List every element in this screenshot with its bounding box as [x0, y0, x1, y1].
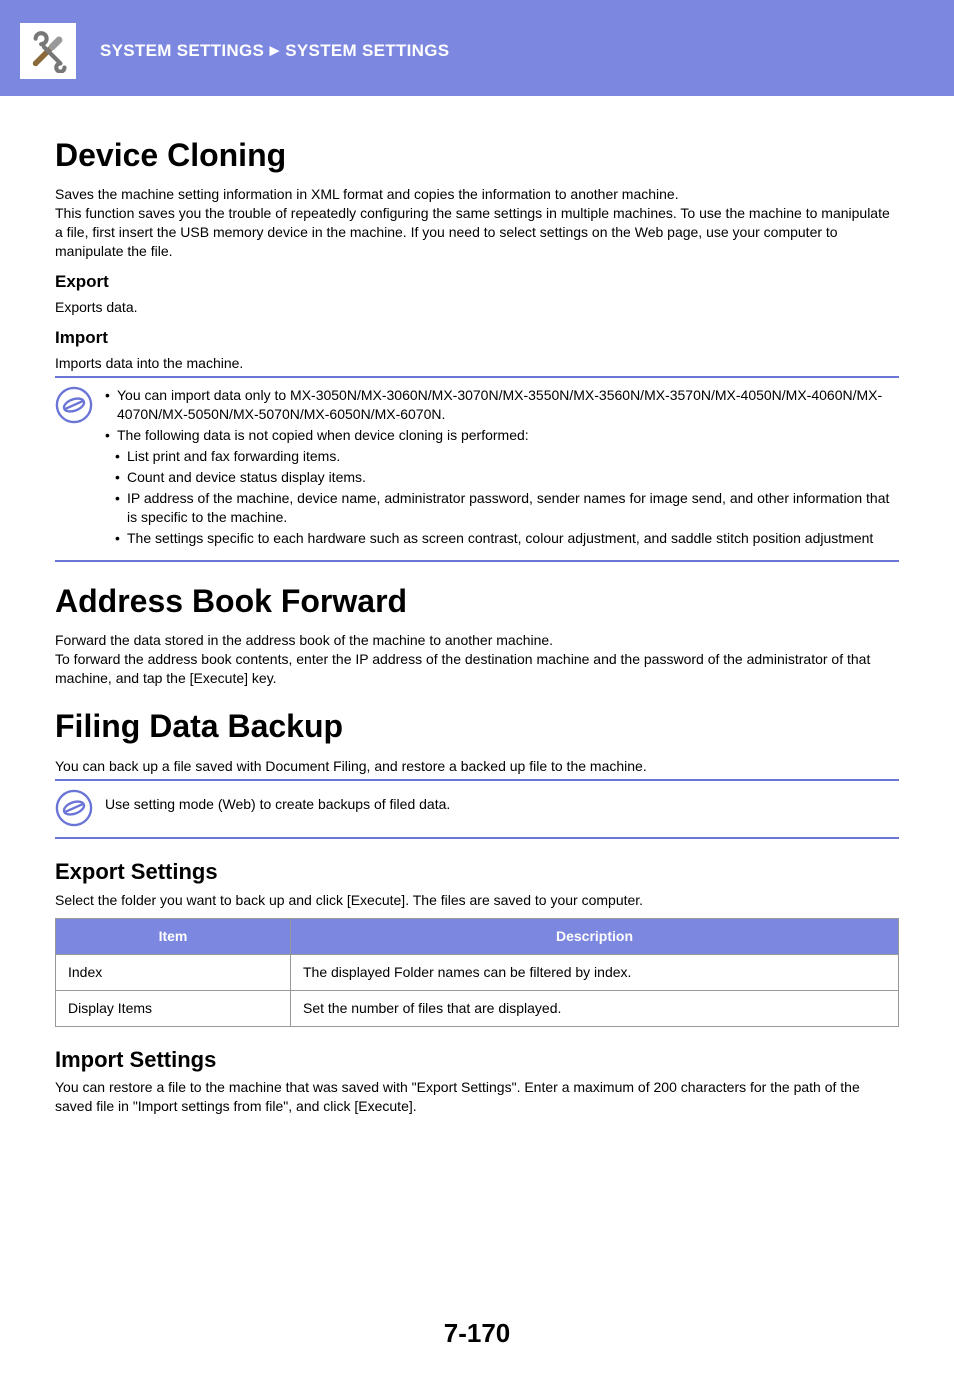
breadcrumb-part-a[interactable]: SYSTEM SETTINGS — [100, 41, 264, 60]
heading-export: Export — [55, 271, 899, 294]
table-cell-item: Display Items — [56, 990, 291, 1026]
settings-tools-icon — [18, 21, 78, 81]
address-book-body: Forward the data stored in the address b… — [55, 631, 899, 688]
divider — [55, 837, 899, 839]
filing-backup-intro: You can back up a file saved with Docume… — [55, 757, 899, 776]
heading-import-settings: Import Settings — [55, 1045, 899, 1075]
header-bar: SYSTEM SETTINGS►SYSTEM SETTINGS — [0, 0, 954, 96]
breadcrumb-part-b[interactable]: SYSTEM SETTINGS — [285, 41, 449, 60]
divider — [55, 376, 899, 378]
breadcrumb: SYSTEM SETTINGS►SYSTEM SETTINGS — [100, 40, 449, 63]
divider — [55, 560, 899, 562]
device-cloning-intro: Saves the machine setting information in… — [55, 185, 899, 261]
note-subline: IP address of the machine, device name, … — [105, 489, 899, 527]
table-head-item: Item — [56, 919, 291, 955]
export-settings-desc: Select the folder you want to back up an… — [55, 891, 899, 910]
table-cell-item: Index — [56, 954, 291, 990]
note-icon — [55, 386, 93, 424]
page-content: Device Cloning Saves the machine setting… — [0, 96, 954, 1381]
heading-address-book-forward: Address Book Forward — [55, 580, 899, 623]
note-icon — [55, 789, 93, 827]
divider — [55, 779, 899, 781]
heading-filing-data-backup: Filing Data Backup — [55, 705, 899, 748]
table-row: Index The displayed Folder names can be … — [56, 954, 899, 990]
info-block-cloning: You can import data only to MX-3050N/MX-… — [55, 384, 899, 549]
table-cell-desc: The displayed Folder names can be filter… — [291, 954, 899, 990]
note-line: The following data is not copied when de… — [105, 426, 899, 445]
breadcrumb-separator-icon: ► — [266, 40, 283, 63]
export-settings-table: Item Description Index The displayed Fol… — [55, 918, 899, 1027]
note-subline: List print and fax forwarding items. — [105, 447, 899, 466]
table-row: Display Items Set the number of files th… — [56, 990, 899, 1026]
export-desc: Exports data. — [55, 298, 899, 317]
table-head-description: Description — [291, 919, 899, 955]
import-settings-desc: You can restore a file to the machine th… — [55, 1078, 899, 1116]
backup-note: Use setting mode (Web) to create backups… — [105, 796, 450, 812]
heading-device-cloning: Device Cloning — [55, 134, 899, 177]
note-line: You can import data only to MX-3050N/MX-… — [105, 386, 899, 424]
info-block-backup: Use setting mode (Web) to create backups… — [55, 787, 899, 827]
table-cell-desc: Set the number of files that are display… — [291, 990, 899, 1026]
note-subline: The settings specific to each hardware s… — [105, 529, 899, 548]
note-subline: Count and device status display items. — [105, 468, 899, 487]
page-number: 7-170 — [55, 1316, 899, 1351]
import-desc: Imports data into the machine. — [55, 354, 899, 373]
heading-export-settings: Export Settings — [55, 857, 899, 887]
heading-import: Import — [55, 327, 899, 350]
